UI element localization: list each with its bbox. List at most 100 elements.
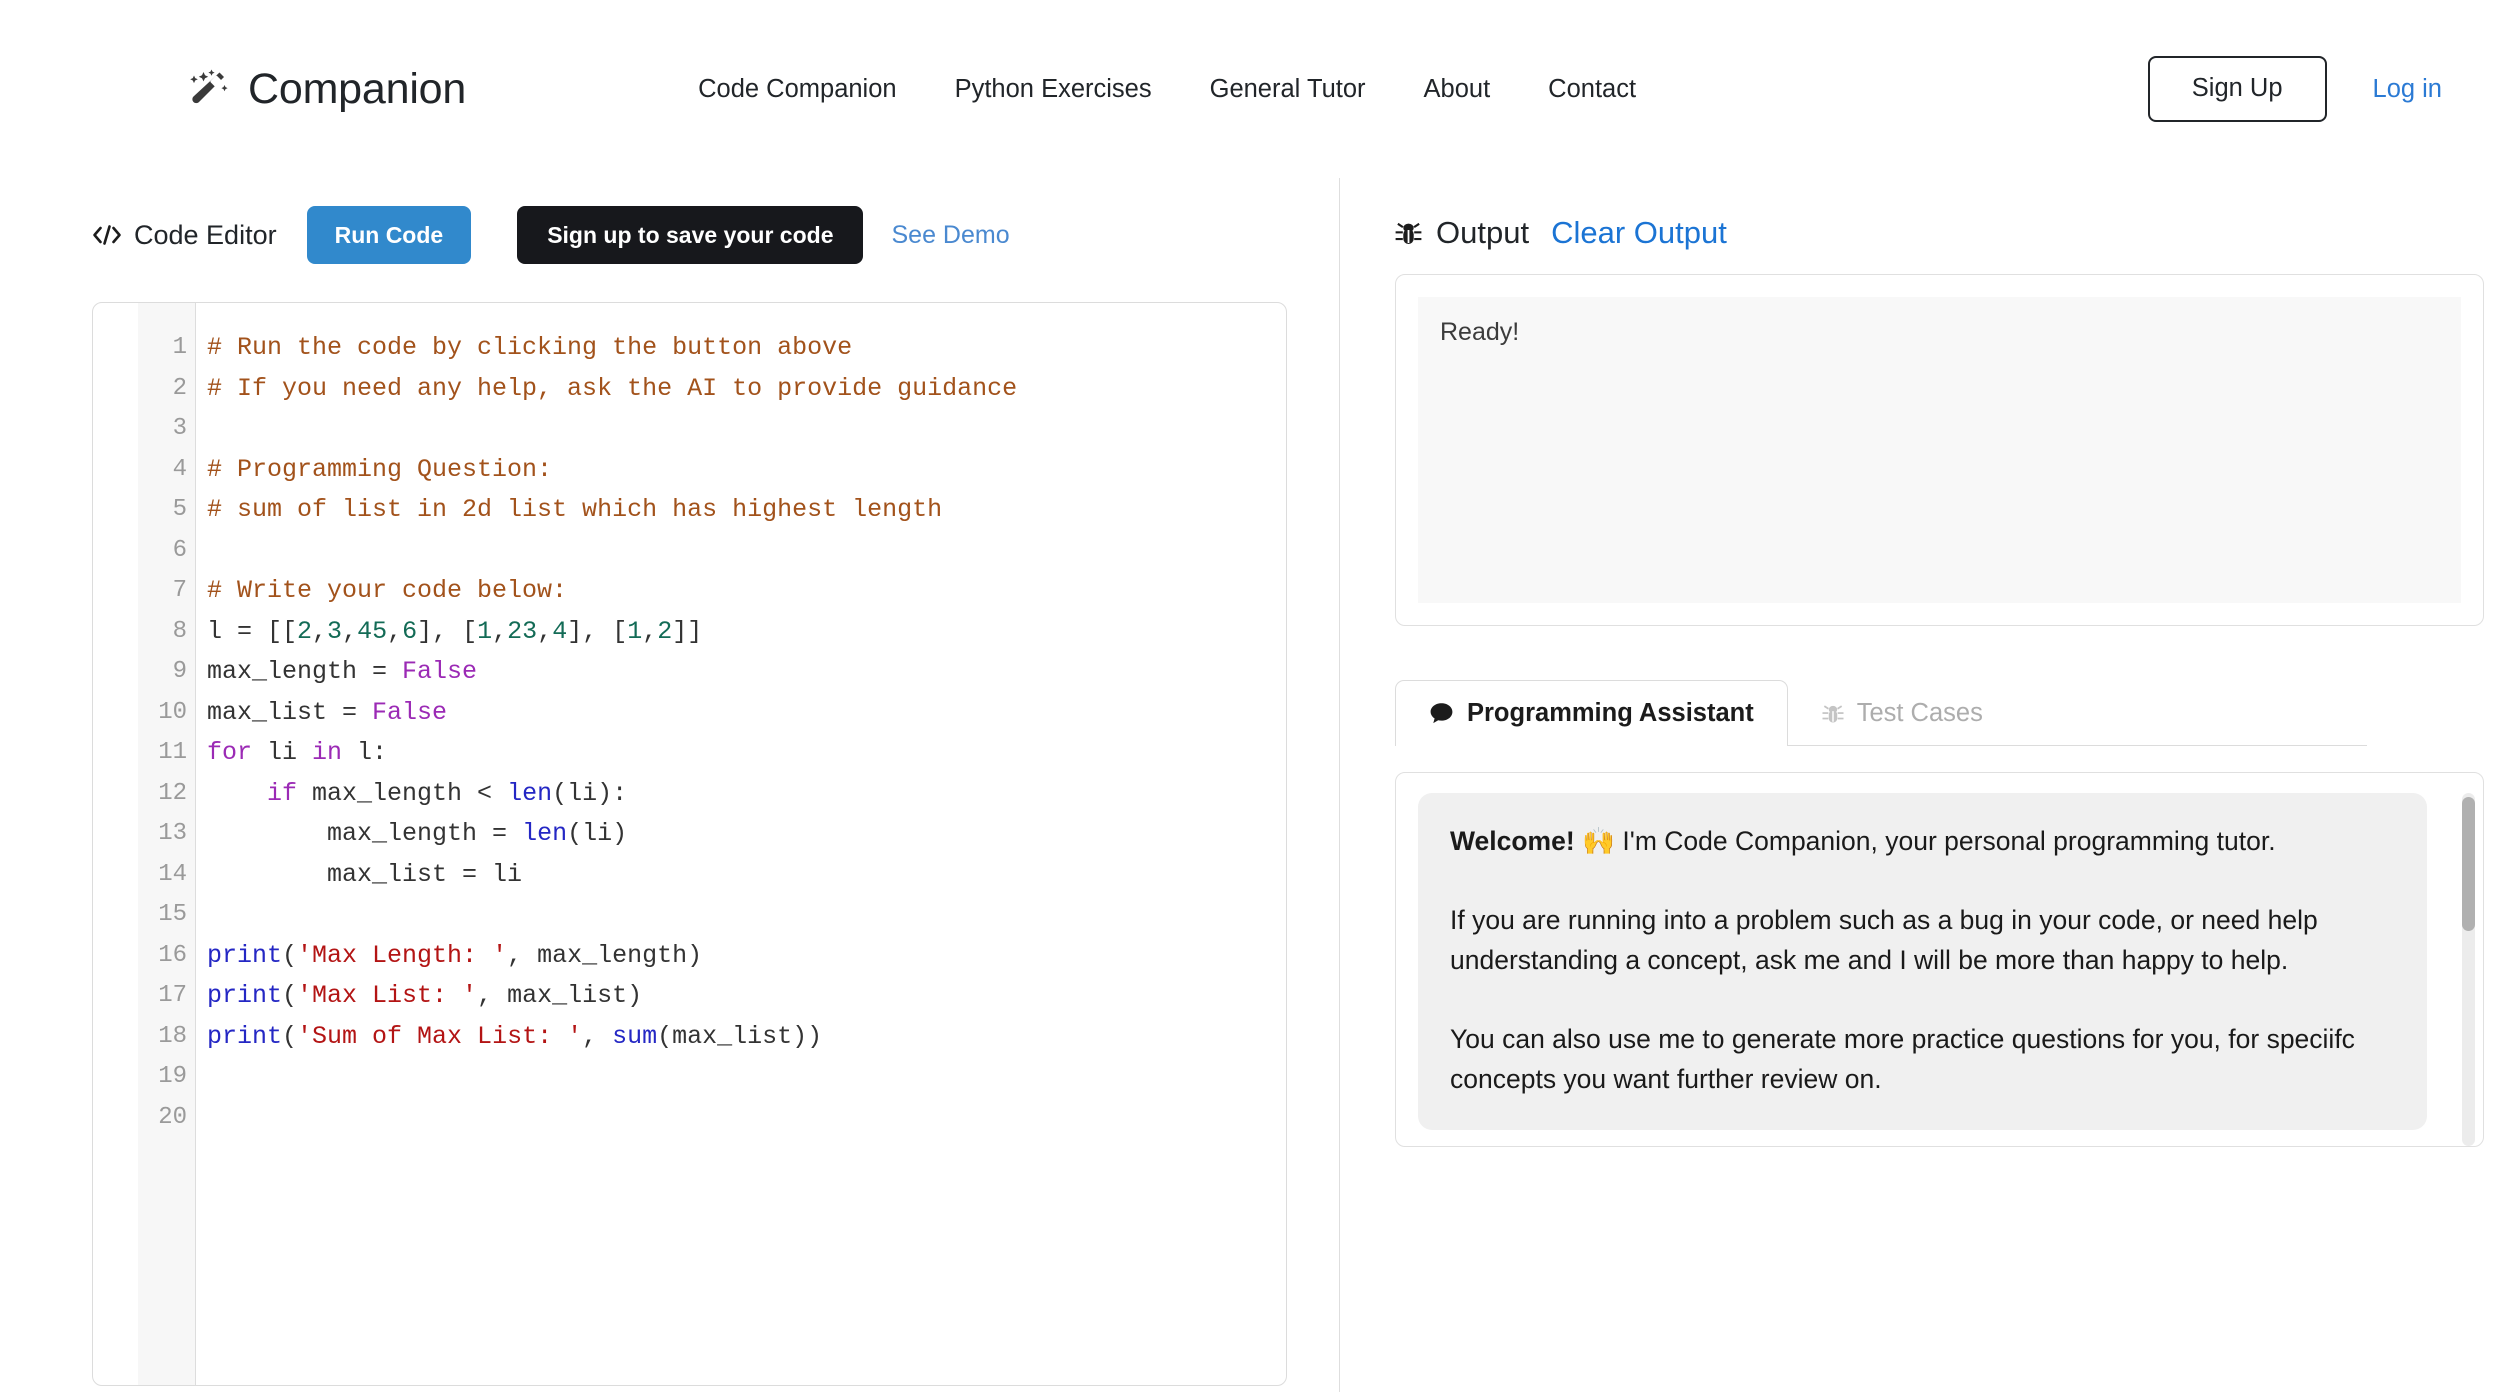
code-token: ]] (672, 617, 702, 646)
code-token: 'Max Length: ' (297, 941, 507, 970)
chat-scrollbar-thumb[interactable] (2462, 797, 2475, 931)
magic-wand-icon (183, 65, 231, 113)
line-number: 5 (138, 490, 195, 531)
code-token: (li): (552, 779, 627, 808)
code-token: for (207, 738, 252, 767)
line-number: 11 (138, 733, 195, 774)
code-line: max_length = False (207, 652, 1286, 693)
greeting-emoji: 🙌 (1575, 826, 1623, 856)
code-token: , (582, 1022, 612, 1051)
line-number-gutter: 1234567891011121314151617181920 (138, 303, 196, 1385)
log-in-link[interactable]: Log in (2373, 75, 2442, 104)
code-token: # sum of list in 2d list which has highe… (207, 495, 942, 524)
code-token: 23 (507, 617, 537, 646)
nav-link-general-tutor[interactable]: General Tutor (1181, 75, 1395, 104)
code-line: print('Max Length: ', max_length) (207, 936, 1286, 977)
chat-scroll-area[interactable]: Welcome! 🙌 I'm Code Companion, your pers… (1418, 793, 2461, 1146)
chat-scrollbar-track[interactable] (2462, 793, 2475, 1146)
line-number: 16 (138, 936, 195, 977)
code-token: , (342, 617, 357, 646)
code-token: # Run the code by clicking the button ab… (207, 333, 852, 362)
code-token: print (207, 1022, 282, 1051)
code-token (207, 779, 267, 808)
assistant-tab-bar: Programming Assistant (1395, 674, 2484, 746)
line-number: 2 (138, 369, 195, 410)
bug-icon (1822, 702, 1844, 726)
code-editor[interactable]: 1234567891011121314151617181920 # Run th… (92, 302, 1287, 1386)
line-number: 12 (138, 774, 195, 815)
code-line: print('Max List: ', max_list) (207, 976, 1286, 1017)
line-number: 8 (138, 612, 195, 653)
code-line: max_list = False (207, 693, 1286, 734)
code-line: for li in l: (207, 733, 1286, 774)
code-token: , (387, 617, 402, 646)
code-line: # Programming Question: (207, 450, 1286, 491)
chat-bubble-icon (1429, 701, 1454, 726)
code-token: , (492, 617, 507, 646)
code-line: # sum of list in 2d list which has highe… (207, 490, 1286, 531)
code-token: , (312, 617, 327, 646)
code-line (207, 895, 1286, 936)
chat-paragraph-2: If you are running into a problem such a… (1450, 900, 2395, 981)
code-token: 'Max List: ' (297, 981, 477, 1010)
brand-name: Companion (248, 68, 466, 111)
code-token: , (537, 617, 552, 646)
nav-link-about[interactable]: About (1395, 75, 1520, 104)
line-number: 10 (138, 693, 195, 734)
code-token: False (372, 698, 447, 727)
editor-title-label: Code Editor (134, 220, 277, 251)
code-line: # Run the code by clicking the button ab… (207, 328, 1286, 369)
code-token: 4 (552, 617, 567, 646)
code-text-area[interactable]: # Run the code by clicking the button ab… (196, 303, 1286, 1385)
line-number: 14 (138, 855, 195, 896)
editor-title: Code Editor (92, 220, 277, 251)
code-token: in (312, 738, 342, 767)
code-token: 'Sum of Max List: ' (297, 1022, 582, 1051)
code-line: # If you need any help, ask the AI to pr… (207, 369, 1286, 410)
chat-message-assistant: Welcome! 🙌 I'm Code Companion, your pers… (1418, 793, 2427, 1130)
see-demo-link[interactable]: See Demo (891, 221, 1009, 250)
line-number: 13 (138, 814, 195, 855)
tab-label-test-cases: Test Cases (1857, 699, 1983, 728)
run-code-button[interactable]: Run Code (307, 206, 472, 264)
code-token: l = [[ (207, 617, 297, 646)
code-line (207, 531, 1286, 572)
nav-link-code-companion[interactable]: Code Companion (669, 75, 925, 104)
code-token: max_length = (207, 657, 402, 686)
line-number: 7 (138, 571, 195, 612)
code-line: if max_length < len(li): (207, 774, 1286, 815)
tab-programming-assistant[interactable]: Programming Assistant (1395, 680, 1788, 746)
code-token: print (207, 981, 282, 1010)
tab-test-cases[interactable]: Test Cases (1788, 680, 2017, 746)
code-line: l = [[2,3,45,6], [1,23,4], [1,2]] (207, 612, 1286, 653)
code-token: 1 (627, 617, 642, 646)
output-header: Output Clear Output (1395, 178, 2484, 274)
output-column: Output Clear Output Ready! Programming A… (1340, 178, 2502, 1392)
nav-actions: Sign Up Log in (2148, 56, 2502, 121)
code-token: print (207, 941, 282, 970)
line-number: 3 (138, 409, 195, 450)
code-token: (max_list)) (657, 1022, 822, 1051)
code-line (207, 1098, 1286, 1139)
code-token: li (252, 738, 312, 767)
brand-logo[interactable]: Companion (183, 65, 466, 113)
code-token: ], [ (417, 617, 477, 646)
sign-up-button[interactable]: Sign Up (2148, 56, 2327, 121)
nav-link-contact[interactable]: Contact (1519, 75, 1665, 104)
output-panel: Ready! (1395, 274, 2484, 626)
code-line: print('Sum of Max List: ', sum(max_list)… (207, 1017, 1286, 1058)
code-token: # Write your code below: (207, 576, 567, 605)
code-token: len (507, 779, 552, 808)
chat-paragraph-1: Welcome! 🙌 I'm Code Companion, your pers… (1450, 821, 2395, 862)
code-token: , (642, 617, 657, 646)
clear-output-link[interactable]: Clear Output (1551, 215, 1727, 251)
line-number: 1 (138, 328, 195, 369)
sign-up-to-save-button[interactable]: Sign up to save your code (517, 206, 863, 264)
code-line: # Write your code below: (207, 571, 1286, 612)
nav-link-python-exercises[interactable]: Python Exercises (926, 75, 1181, 104)
code-token: max_length = (207, 819, 522, 848)
code-token: ], [ (567, 617, 627, 646)
code-line: max_length = len(li) (207, 814, 1286, 855)
code-token: sum (612, 1022, 657, 1051)
code-token: ( (282, 981, 297, 1010)
